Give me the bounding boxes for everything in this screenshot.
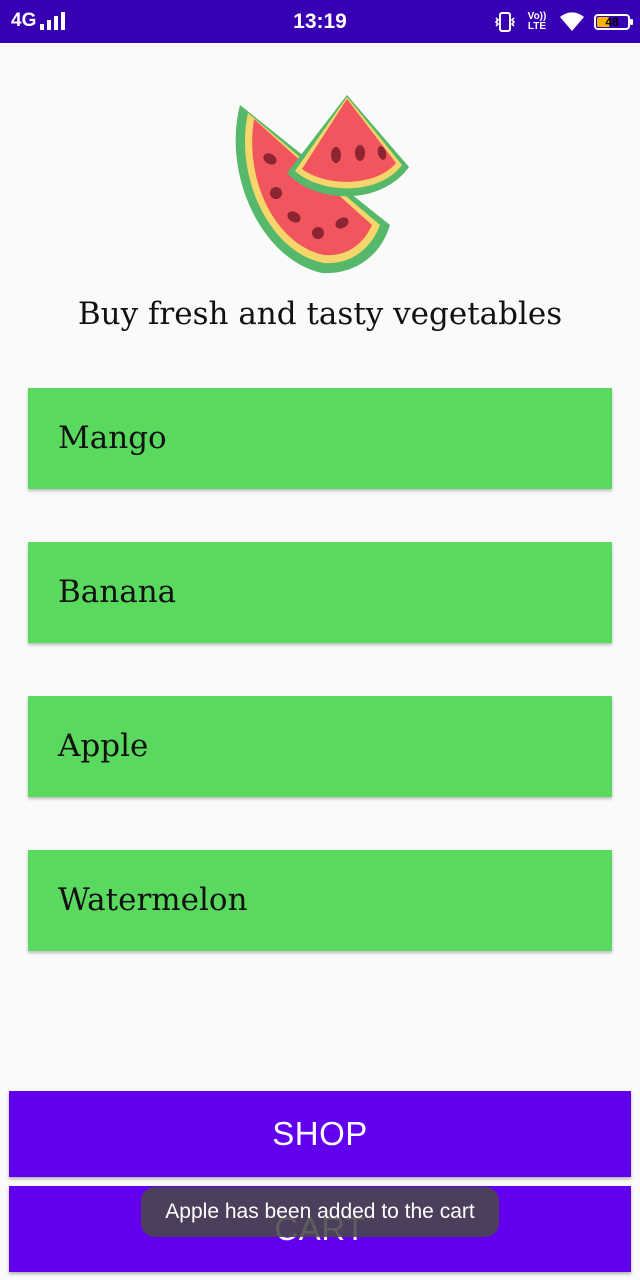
fruit-label: Watermelon bbox=[58, 882, 248, 918]
battery-percent: 48 bbox=[605, 15, 619, 29]
watermelon-slices-icon bbox=[235, 95, 409, 274]
status-bar: 4G 13:19 Vo)) LTE 48 bbox=[0, 0, 640, 43]
toast-message: Apple has been added to the cart bbox=[141, 1187, 499, 1237]
fruit-item-mango[interactable]: Mango bbox=[28, 388, 612, 489]
tagline: Buy fresh and tasty vegetables bbox=[77, 296, 563, 332]
app-screen: 4G 13:19 Vo)) LTE 48 Buy fresh and tasty… bbox=[0, 0, 640, 1280]
battery-icon: 48 bbox=[594, 14, 633, 30]
fruit-item-apple[interactable]: Apple bbox=[28, 696, 612, 797]
fruit-label: Banana bbox=[58, 574, 177, 610]
status-icons: Vo)) LTE 48 bbox=[494, 8, 633, 36]
volte-indicator: Vo)) LTE bbox=[527, 11, 547, 32]
shop-button[interactable]: SHOP bbox=[9, 1091, 631, 1177]
vibrate-icon bbox=[494, 12, 516, 32]
fruit-label: Apple bbox=[58, 728, 149, 764]
fruit-item-watermelon[interactable]: Watermelon bbox=[28, 850, 612, 951]
fruit-item-banana[interactable]: Banana bbox=[28, 542, 612, 643]
fruit-label: Mango bbox=[58, 420, 167, 456]
wifi-icon bbox=[560, 12, 584, 31]
